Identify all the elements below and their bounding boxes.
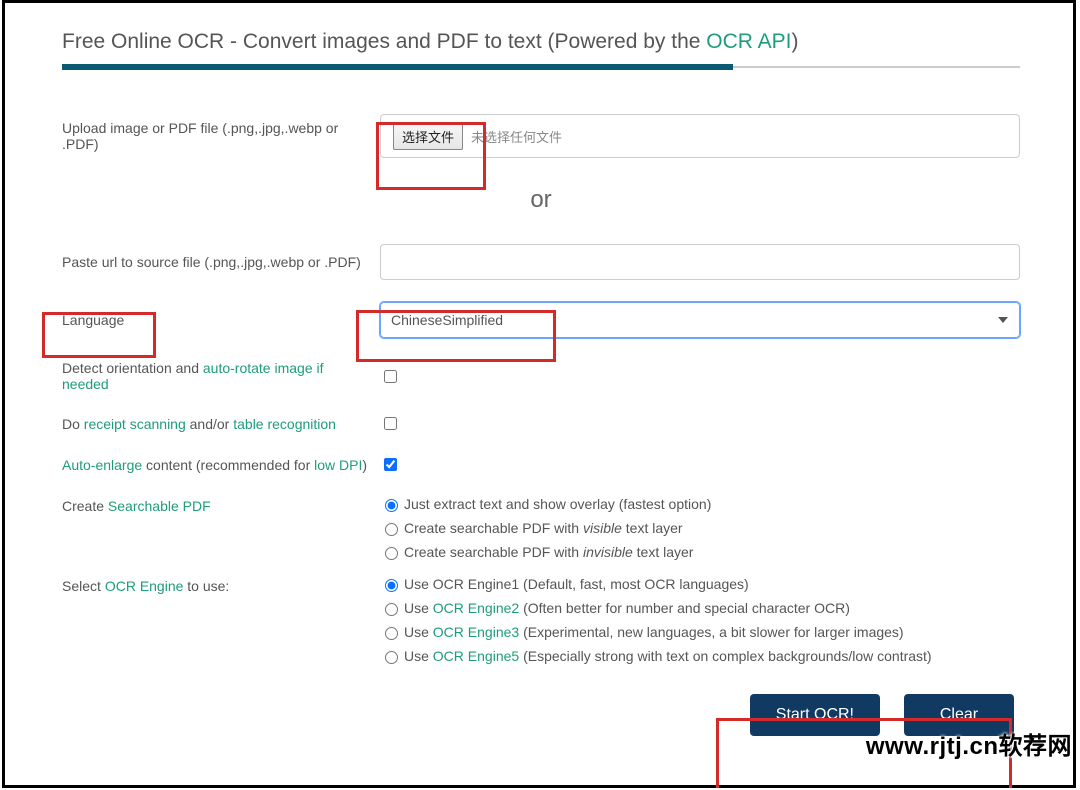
header-divider-progress [62, 64, 733, 70]
window-frame [2, 0, 1076, 788]
header-divider [62, 66, 1020, 68]
language-select[interactable]: ChineseSimplified [380, 302, 1020, 338]
